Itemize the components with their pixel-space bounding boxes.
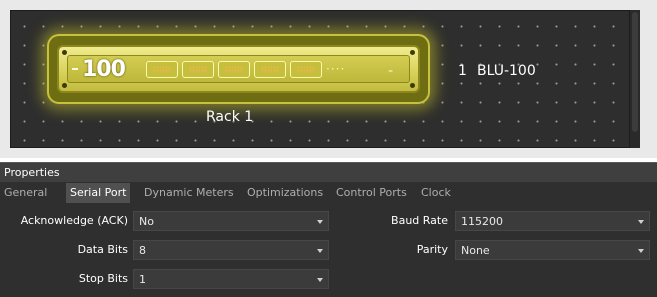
rack-label[interactable]: Rack 1 xyxy=(206,109,253,125)
led-grid-icon xyxy=(189,66,207,73)
chevron-down-icon xyxy=(638,220,644,224)
screw-icon xyxy=(62,50,67,55)
parity-value: None xyxy=(461,244,490,257)
tab-clock[interactable]: Clock xyxy=(417,183,455,203)
rack-model-label: 100 xyxy=(82,57,126,82)
led-grid-icon xyxy=(225,66,243,73)
baud-rate-value: 115200 xyxy=(461,215,503,228)
io-card-slot[interactable] xyxy=(218,61,250,78)
rack-indicator xyxy=(72,68,78,70)
data-bits-label: Data Bits xyxy=(77,243,128,256)
io-card-slot[interactable] xyxy=(182,61,214,78)
scrollbar-thumb[interactable] xyxy=(632,12,638,132)
chevron-down-icon xyxy=(317,249,323,253)
properties-title: Properties xyxy=(0,163,657,182)
design-canvas-frame: 100 ···· ≈ Rack 1 1 BLU-100 xyxy=(0,0,657,158)
tab-control-ports[interactable]: Control Ports xyxy=(332,183,411,203)
tab-general[interactable]: General xyxy=(0,183,51,203)
tab-dynamic-meters[interactable]: Dynamic Meters xyxy=(140,183,238,203)
led-grid-icon xyxy=(261,66,279,73)
chevron-down-icon xyxy=(317,278,323,282)
data-bits-value: 8 xyxy=(139,244,146,257)
tab-optimizations[interactable]: Optimizations xyxy=(243,183,327,203)
screw-icon xyxy=(62,83,67,88)
led-grid-icon xyxy=(297,66,315,73)
brand-logo: ≈ xyxy=(388,68,394,75)
baud-rate-select[interactable]: 115200 xyxy=(455,211,650,231)
empty-slots: ···· xyxy=(326,62,346,76)
chevron-down-icon xyxy=(638,249,644,253)
screw-icon xyxy=(410,50,415,55)
stop-bits-label: Stop Bits xyxy=(78,272,128,285)
stop-bits-select[interactable]: 1 xyxy=(133,269,329,289)
io-card-slot[interactable] xyxy=(290,61,322,78)
chevron-down-icon xyxy=(317,220,323,224)
baud-rate-label: Baud Rate xyxy=(391,214,448,227)
rack-device[interactable]: 100 ···· ≈ xyxy=(47,34,430,104)
acknowledge-select[interactable]: No xyxy=(133,211,329,231)
vertical-scrollbar[interactable] xyxy=(630,10,640,148)
rack-faceplate: 100 ···· ≈ xyxy=(57,45,420,93)
properties-panel: Properties General Serial Port Dynamic M… xyxy=(0,162,657,297)
acknowledge-value: No xyxy=(139,215,154,228)
data-bits-select[interactable]: 8 xyxy=(133,240,329,260)
tab-serial-port[interactable]: Serial Port xyxy=(66,183,131,203)
screw-icon xyxy=(410,83,415,88)
io-card-slot[interactable] xyxy=(254,61,286,78)
stop-bits-value: 1 xyxy=(139,273,146,286)
io-card-slot[interactable] xyxy=(146,61,178,78)
acknowledge-label: Acknowledge (ACK) xyxy=(20,214,128,227)
rack-front-panel: 100 ···· ≈ xyxy=(67,55,410,83)
device-name[interactable]: BLU-100 xyxy=(477,63,536,79)
led-grid-icon xyxy=(153,66,171,73)
device-number: 1 xyxy=(458,63,467,79)
properties-tab-bar: General Serial Port Dynamic Meters Optim… xyxy=(0,183,657,203)
design-canvas[interactable]: 100 ···· ≈ Rack 1 1 BLU-100 xyxy=(10,10,630,148)
parity-label: Parity xyxy=(416,243,448,256)
parity-select[interactable]: None xyxy=(455,240,650,260)
